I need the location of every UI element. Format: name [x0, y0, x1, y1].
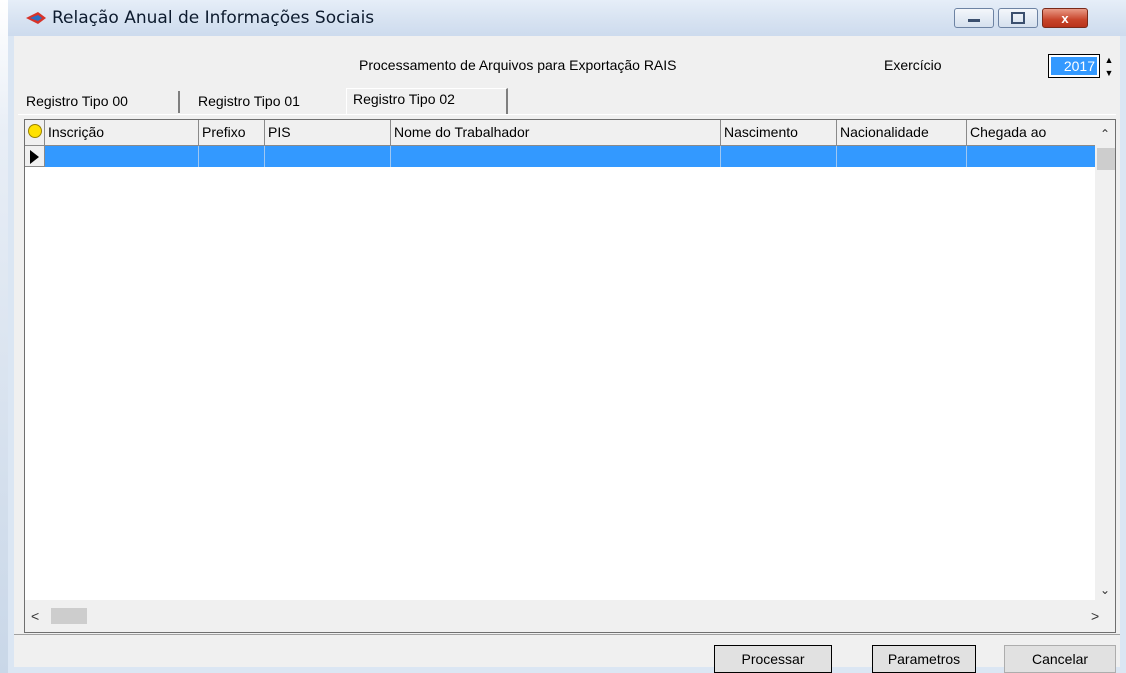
tab-registro-tipo-01[interactable]: Registro Tipo 01	[192, 91, 338, 113]
cell-chegada[interactable]	[967, 146, 1097, 167]
cell-pis[interactable]	[265, 146, 391, 167]
parametros-button[interactable]: Parametros	[872, 645, 976, 673]
horizontal-scroll-thumb[interactable]	[51, 608, 87, 624]
rais-window: Relação Anual de Informações Sociais x P…	[8, 0, 1126, 673]
title-bar[interactable]: Relação Anual de Informações Sociais x	[8, 0, 1126, 36]
window-title: Relação Anual de Informações Sociais	[52, 8, 375, 28]
column-header-prefixo[interactable]: Prefixo	[199, 120, 265, 146]
scroll-down-icon[interactable]: ⌄	[1095, 580, 1115, 600]
column-header-inscricao[interactable]: Inscrição	[45, 120, 199, 146]
lightbulb-icon	[28, 124, 42, 138]
row-pointer-icon	[25, 146, 45, 167]
minimize-icon	[968, 19, 980, 22]
scroll-right-icon[interactable]: >	[1091, 608, 1107, 624]
exercicio-label: Exercício	[884, 57, 942, 73]
close-icon: x	[1061, 10, 1069, 26]
process-title: Processamento de Arquivos para Exportaçã…	[359, 57, 677, 73]
tab-registro-tipo-02[interactable]: Registro Tipo 02	[346, 88, 508, 114]
scroll-up-icon[interactable]: ⌃	[1095, 124, 1115, 144]
horizontal-scrollbar[interactable]: < >	[25, 600, 1115, 632]
vertical-scrollbar[interactable]: ⌃ ⌄	[1095, 120, 1115, 600]
header-row: Processamento de Arquivos para Exportaçã…	[14, 36, 1120, 88]
spin-up-icon[interactable]: ▲	[1102, 54, 1116, 67]
cancelar-button[interactable]: Cancelar	[1004, 645, 1116, 673]
grid-header: Inscrição Prefixo PIS Nome do Trabalhado…	[25, 120, 1097, 146]
close-button[interactable]: x	[1042, 8, 1088, 28]
tab-registro-tipo-00[interactable]: Registro Tipo 00	[20, 91, 180, 113]
column-header-nome-trabalhador[interactable]: Nome do Trabalhador	[391, 120, 721, 146]
client-area: Processamento de Arquivos para Exportaçã…	[14, 36, 1120, 673]
column-header-pis[interactable]: PIS	[265, 120, 391, 146]
cell-nacionalidade[interactable]	[837, 146, 967, 167]
cell-prefixo[interactable]	[199, 146, 265, 167]
cell-nome[interactable]	[391, 146, 721, 167]
exercicio-value: 2017	[1051, 57, 1097, 75]
table-row[interactable]	[25, 146, 1097, 167]
column-header-nacionalidade[interactable]: Nacionalidade	[837, 120, 967, 146]
processar-button[interactable]: Processar	[714, 645, 832, 673]
app-icon	[26, 12, 46, 24]
vertical-scroll-thumb[interactable]	[1097, 148, 1115, 170]
indicator-column-header	[25, 120, 45, 146]
tab-panel-border	[18, 114, 1116, 115]
button-bar: Processar Parametros Cancelar	[14, 634, 1120, 673]
spin-down-icon[interactable]: ▼	[1102, 67, 1116, 80]
scroll-left-icon[interactable]: <	[31, 608, 47, 624]
data-grid[interactable]: Inscrição Prefixo PIS Nome do Trabalhado…	[24, 119, 1116, 633]
column-header-chegada[interactable]: Chegada ao	[967, 120, 1097, 146]
desktop-edge	[0, 0, 8, 673]
maximize-icon	[1011, 12, 1025, 24]
exercicio-input[interactable]: 2017	[1048, 54, 1100, 78]
exercicio-spinner[interactable]: ▲ ▼	[1102, 54, 1116, 80]
minimize-button[interactable]	[954, 8, 994, 28]
cell-inscricao[interactable]	[45, 146, 199, 167]
column-header-nascimento[interactable]: Nascimento	[721, 120, 837, 146]
cell-nascimento[interactable]	[721, 146, 837, 167]
maximize-button[interactable]	[998, 8, 1038, 28]
